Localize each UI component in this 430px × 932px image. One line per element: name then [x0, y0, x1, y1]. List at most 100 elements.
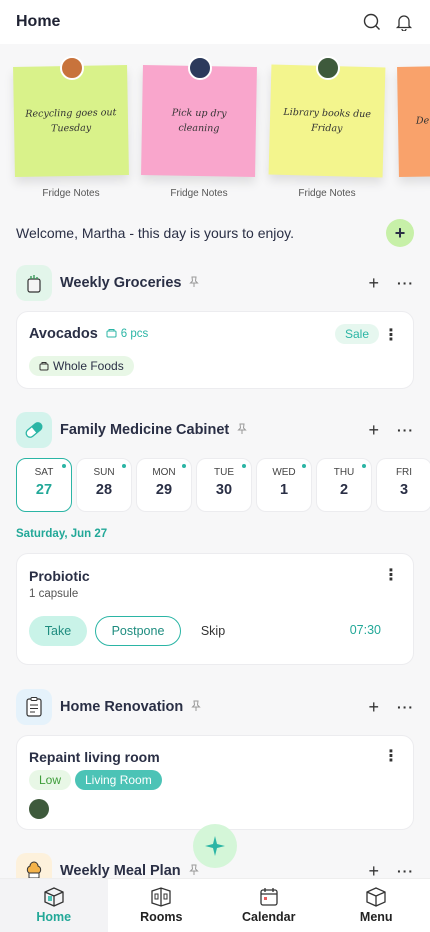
room-tag: Living Room: [75, 770, 162, 790]
note-caption: F: [398, 188, 430, 199]
event-dot: [302, 464, 306, 468]
day-chip[interactable]: THU 2: [316, 458, 372, 512]
pin-icon[interactable]: [237, 423, 247, 438]
medicine-name: Probiotic: [29, 568, 90, 584]
welcome-row: Welcome, Martha - this day is yours to e…: [16, 219, 414, 247]
assistant-fab[interactable]: [193, 824, 237, 868]
pin-icon[interactable]: [191, 700, 201, 715]
note-caption: Fridge Notes: [298, 188, 356, 199]
priority-tag: Low: [29, 770, 72, 790]
task-item-card[interactable]: Repaint living room ⋮ Low Living Room: [16, 735, 414, 830]
more-icon[interactable]: ···: [397, 422, 414, 438]
add-icon[interactable]: +: [368, 697, 379, 718]
tab-label: Menu: [359, 910, 393, 924]
more-icon[interactable]: ···: [397, 863, 414, 879]
section-title: Home Renovation: [60, 699, 184, 715]
day-selector[interactable]: SAT 27 SUN 28 MON 29 TUE 30 WED 1 THU 2 …: [16, 458, 430, 512]
task-name: Repaint living room: [29, 749, 160, 765]
day-chip[interactable]: MON 29: [136, 458, 192, 512]
day-number: 1: [279, 482, 289, 498]
pill-icon: [16, 412, 52, 448]
dose-time: 07:30: [349, 623, 381, 637]
section-title: Weekly Groceries: [60, 275, 182, 291]
note-text: Library books due Friday: [268, 64, 386, 178]
day-number: 29: [155, 482, 173, 498]
section-title: Family Medicine Cabinet: [60, 422, 230, 438]
skip-button[interactable]: Skip: [191, 616, 235, 646]
fridge-notes-carousel[interactable]: Recycling goes out Tuesday Fridge Notes …: [0, 52, 430, 202]
grocery-bag-icon: [16, 265, 52, 301]
add-icon[interactable]: +: [368, 420, 379, 441]
calendar-icon: [260, 888, 278, 906]
store-name: Whole Foods: [53, 359, 124, 373]
item-name: Avocados: [29, 326, 98, 342]
selected-date-label: Saturday, Jun 27: [16, 528, 108, 540]
note-caption: Fridge Notes: [170, 188, 228, 199]
postpone-button[interactable]: Postpone: [95, 616, 181, 646]
event-dot: [242, 464, 246, 468]
pin-icon[interactable]: [188, 864, 199, 879]
day-name: FRI: [395, 467, 413, 478]
cube-icon: [44, 887, 64, 907]
bottom-tab-bar: Home Rooms Calendar Menu: [0, 878, 430, 932]
tab-menu[interactable]: Menu: [323, 879, 430, 932]
day-name: THU: [333, 467, 355, 478]
grocery-item-card[interactable]: Avocados 6 pcs Sale ⋮ Whole Foods: [16, 311, 414, 389]
day-name: SAT: [34, 467, 54, 478]
day-chip[interactable]: WED 1: [256, 458, 312, 512]
section-header-groceries: Weekly Groceries + ···: [16, 265, 414, 301]
note-text: Recycling goes out Tuesday: [13, 65, 129, 177]
note-text: Pick up dry cleaning: [141, 65, 257, 177]
section-header-medicine: Family Medicine Cabinet + ···: [16, 412, 414, 448]
day-name: TUE: [214, 467, 234, 478]
avatar: [29, 799, 49, 819]
day-name: MON: [152, 467, 176, 478]
sparkle-icon: [205, 836, 225, 856]
day-number: 28: [95, 482, 113, 498]
day-name: WED: [272, 467, 296, 478]
clipboard-icon: [16, 689, 52, 725]
day-chip[interactable]: TUE 30: [196, 458, 252, 512]
note-text: De me: [397, 65, 430, 177]
day-number: 27: [35, 482, 53, 498]
basket-icon: [106, 328, 117, 341]
section-header-renovation: Home Renovation + ···: [16, 689, 414, 725]
tab-label: Calendar: [242, 910, 296, 924]
take-button[interactable]: Take: [29, 616, 87, 646]
avatar: [60, 56, 84, 80]
day-number: 30: [215, 482, 233, 498]
section-title: Weekly Meal Plan: [60, 863, 181, 879]
item-menu-icon[interactable]: ⋮: [383, 568, 399, 584]
tab-rooms[interactable]: Rooms: [108, 879, 216, 932]
medicine-dose: 1 capsule: [29, 588, 79, 600]
day-chip[interactable]: SAT 27: [16, 458, 72, 512]
item-menu-icon[interactable]: ⋮: [383, 328, 399, 344]
welcome-text: Welcome, Martha - this day is yours to e…: [16, 225, 295, 241]
tab-label: Home: [36, 910, 72, 924]
rooms-icon: [151, 887, 171, 907]
item-menu-icon[interactable]: ⋮: [383, 749, 399, 765]
box-icon: [366, 887, 386, 907]
add-note-button[interactable]: +: [386, 219, 414, 247]
store-tag: Whole Foods: [29, 356, 134, 376]
search-icon[interactable]: [362, 12, 382, 32]
medicine-item-card[interactable]: Probiotic 1 capsule ⋮ Take Postpone Skip…: [16, 553, 414, 665]
event-dot: [182, 464, 186, 468]
item-quantity: 6 pcs: [120, 328, 149, 340]
bell-icon[interactable]: [394, 12, 414, 32]
pin-icon[interactable]: [189, 276, 200, 291]
sale-badge: Sale: [334, 324, 379, 344]
tab-home[interactable]: Home: [0, 879, 108, 932]
day-chip[interactable]: FRI 3: [376, 458, 430, 512]
day-chip[interactable]: SUN 28: [76, 458, 132, 512]
day-name: SUN: [93, 467, 115, 478]
event-dot: [362, 464, 366, 468]
more-icon[interactable]: ···: [397, 275, 414, 291]
avatar: [316, 56, 340, 80]
tab-calendar[interactable]: Calendar: [215, 879, 323, 932]
more-icon[interactable]: ···: [397, 699, 414, 715]
store-icon: [39, 362, 49, 371]
avatar: [188, 56, 212, 80]
page-title: Home: [16, 13, 61, 30]
add-icon[interactable]: +: [368, 273, 379, 294]
